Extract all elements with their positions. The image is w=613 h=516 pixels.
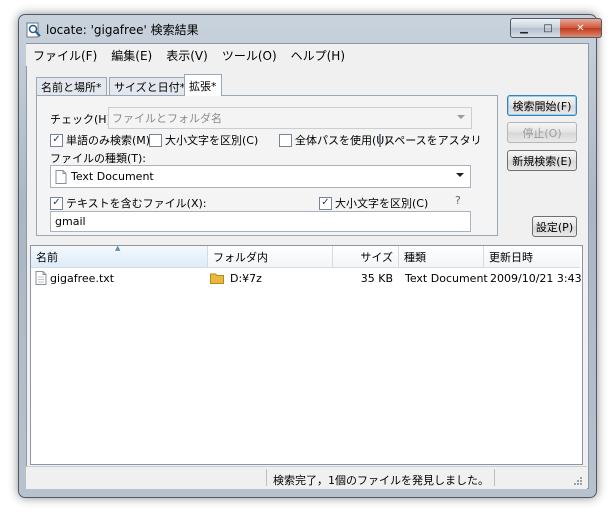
option-containing-text[interactable]: ✓ テキストを含むファイル(X): bbox=[50, 195, 207, 211]
match-case-checkbox[interactable] bbox=[149, 133, 162, 147]
status-text: 検索完了，1個のファイルを発見しました。 bbox=[273, 474, 489, 487]
stop-button[interactable]: 停止(O) bbox=[507, 122, 577, 143]
document-icon bbox=[55, 169, 67, 184]
match-case-label: 大小文字を区別(C) bbox=[165, 134, 259, 147]
space-asterisk-checkbox[interactable] bbox=[379, 133, 381, 147]
check-label: チェック(H): bbox=[50, 113, 115, 126]
tab-size-date[interactable]: サイズと日付* bbox=[109, 77, 191, 95]
space-asterisk-label: スペースをアスタリス: bbox=[384, 134, 483, 147]
tab-extended[interactable]: 拡張* bbox=[184, 74, 222, 96]
chevron-down-icon bbox=[457, 115, 465, 119]
maximize-button[interactable]: □ bbox=[536, 18, 561, 38]
column-header-type[interactable]: 種類 bbox=[399, 246, 484, 268]
full-path-label: 全体パスを使用(U) bbox=[295, 134, 389, 147]
cell-folder: D:¥7z bbox=[230, 272, 262, 285]
tab-name-location[interactable]: 名前と場所* bbox=[36, 77, 107, 95]
menu-view[interactable]: 表示(V) bbox=[159, 47, 215, 64]
option-whole-word[interactable]: ✓ 単語のみ検索(M) bbox=[50, 132, 150, 148]
containing-text-input[interactable]: gmail bbox=[50, 211, 471, 232]
check-dropdown[interactable]: ファイルとフォルダ名 bbox=[108, 107, 472, 129]
cell-size: 35 KB bbox=[360, 272, 393, 285]
minimize-icon: ▁ bbox=[520, 22, 528, 34]
close-icon: ✕ bbox=[576, 22, 585, 34]
column-header-modified[interactable]: 更新日時 bbox=[484, 246, 580, 268]
menu-help[interactable]: ヘルプ(H) bbox=[284, 47, 352, 64]
column-header-folder[interactable]: フォルダ内 bbox=[208, 246, 333, 268]
menu-bar: ファイル(F) 編集(E) 表示(V) ツール(O) ヘルプ(H) bbox=[26, 44, 587, 66]
containing-text-label: テキストを含むファイル(X): bbox=[66, 197, 207, 210]
column-header-modified-label: 更新日時 bbox=[489, 250, 533, 264]
status-divider bbox=[266, 469, 267, 486]
column-header-size-label: サイズ bbox=[360, 250, 393, 264]
full-path-checkbox[interactable] bbox=[279, 133, 292, 147]
filetype-dropdown[interactable]: Text Document bbox=[50, 165, 471, 188]
option-match-case[interactable]: 大小文字を区別(C) bbox=[149, 132, 258, 148]
whole-word-label: 単語のみ検索(M) bbox=[66, 134, 151, 147]
column-header-size[interactable]: サイズ bbox=[333, 246, 399, 268]
maximize-icon: □ bbox=[543, 22, 553, 34]
app-search-icon bbox=[26, 22, 42, 38]
window-title: locate: 'gigafree' 検索結果 bbox=[46, 23, 199, 37]
sort-ascending-icon: ▲ bbox=[115, 244, 121, 252]
folder-icon bbox=[210, 272, 224, 287]
option-text-match-case[interactable]: ✓ 大小文字を区別(C) bbox=[319, 195, 428, 211]
text-match-case-label: 大小文字を区別(C) bbox=[335, 197, 429, 210]
column-header-folder-label: フォルダ内 bbox=[213, 250, 268, 264]
filetype-label: ファイルの種類(T): bbox=[50, 152, 147, 165]
check-dropdown-value: ファイルとフォルダ名 bbox=[112, 112, 222, 125]
cell-modified: 2009/10/21 3:43 bbox=[490, 272, 582, 285]
status-divider bbox=[494, 469, 495, 486]
option-full-path[interactable]: 全体パスを使用(U) bbox=[279, 132, 389, 148]
new-search-button[interactable]: 新規検索(E) bbox=[507, 150, 577, 171]
close-button[interactable]: ✕ bbox=[560, 18, 602, 38]
settings-button[interactable]: 設定(P) bbox=[532, 216, 577, 237]
column-header-type-label: 種類 bbox=[404, 250, 426, 264]
chevron-down-icon bbox=[456, 173, 464, 177]
help-icon[interactable]: ? bbox=[455, 194, 461, 207]
text-match-case-checkbox[interactable]: ✓ bbox=[319, 196, 332, 210]
cell-name: gigafree.txt bbox=[50, 272, 115, 285]
containing-text-value: gmail bbox=[55, 215, 86, 228]
menu-file[interactable]: ファイル(F) bbox=[26, 47, 104, 64]
menu-edit[interactable]: 編集(E) bbox=[104, 47, 159, 64]
menu-tools[interactable]: ツール(O) bbox=[215, 47, 284, 64]
option-space-asterisk[interactable]: スペースをアスタリス: bbox=[379, 132, 483, 148]
whole-word-checkbox[interactable]: ✓ bbox=[50, 133, 63, 147]
resize-grip-icon[interactable] bbox=[573, 476, 583, 489]
containing-text-checkbox[interactable]: ✓ bbox=[50, 196, 63, 210]
filetype-value: Text Document bbox=[71, 170, 154, 183]
column-header-name-label: 名前 bbox=[36, 250, 58, 264]
search-button[interactable]: 検索開始(F) bbox=[507, 95, 577, 116]
minimize-button[interactable]: ▁ bbox=[510, 18, 538, 38]
text-file-icon bbox=[35, 271, 47, 288]
cell-type: Text Document bbox=[405, 272, 488, 285]
